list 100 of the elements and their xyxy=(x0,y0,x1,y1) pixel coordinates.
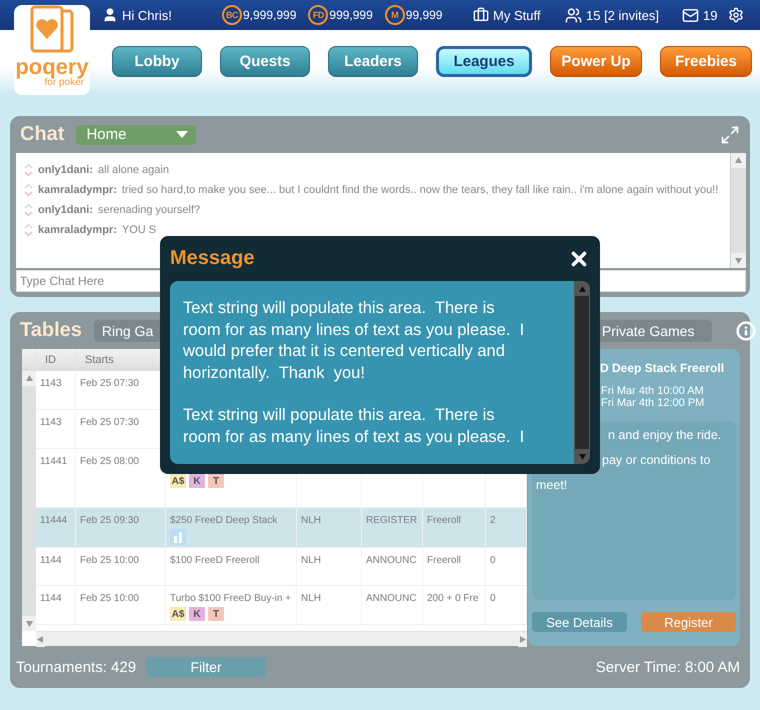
logo-wordmark: poqery xyxy=(15,57,89,77)
chat-message: all alone again xyxy=(98,164,169,176)
scrollbar[interactable] xyxy=(574,281,590,464)
table-row[interactable]: 1144 Feb 25 10:00 Turbo $100 FreeD Buy-in + A$ K T NLH ANNOUNC 200 + 0 Fre 0 xyxy=(36,586,527,625)
briefcase-icon[interactable] xyxy=(473,7,489,23)
tournament-time: Fri Mar 4th 10:00 AM xyxy=(601,385,705,397)
description-text: n and enjoy the ride. xyxy=(608,427,722,444)
expand-icon[interactable] xyxy=(720,124,740,144)
nav-button[interactable]: Freebies xyxy=(660,46,752,76)
table-cell: Freeroll xyxy=(427,555,461,566)
table-cell: 200 + 0 Fre xyxy=(427,593,478,604)
chat-message: serenading yourself? xyxy=(98,204,200,216)
settings-icon[interactable] xyxy=(728,7,744,23)
table-cell: 1144 xyxy=(40,593,62,604)
vote-icon[interactable] xyxy=(24,223,33,237)
table-cell: NLH xyxy=(301,515,322,526)
table-cell: 11441 xyxy=(40,456,68,467)
triangle-icon xyxy=(578,284,586,294)
filter-button[interactable]: Filter xyxy=(146,657,266,677)
table-row[interactable]: 11444 Feb 25 09:30 $250 FreeD Deep Stack NLH REGISTER Freeroll 2 xyxy=(36,508,527,548)
scroll-button[interactable] xyxy=(731,253,746,268)
currency-amount: 9,999,999 xyxy=(243,8,296,22)
table-cell: 1143 xyxy=(40,378,62,389)
table-cell: REGISTER xyxy=(366,515,418,526)
scroll-button[interactable] xyxy=(731,153,746,168)
currency-amount: 999,999 xyxy=(329,8,373,22)
vote-icon[interactable] xyxy=(24,163,33,177)
room-dropdown[interactable]: Home xyxy=(76,124,196,144)
table-cell: 11444 xyxy=(40,515,68,526)
triangle-icon xyxy=(578,452,586,460)
server-time: Server Time: 8:00 AM xyxy=(596,658,740,676)
table-cell: Feb 25 10:00 xyxy=(80,555,139,566)
triangle-icon xyxy=(734,156,743,165)
game-tag: T xyxy=(208,474,224,488)
people-icon[interactable] xyxy=(565,6,582,24)
table-cell: $250 FreeD Deep Stack xyxy=(170,515,278,526)
message-text: Text string will populate this area. There is room for as many lines of text as you please. I xyxy=(183,405,526,448)
table-cell: Feb 25 10:00 xyxy=(80,593,139,604)
table-cell: Feb 25 07:30 xyxy=(80,417,139,428)
table-cell: ANNOUNC xyxy=(366,593,417,604)
table-cell: Feb 25 08:00 xyxy=(80,456,139,467)
scroll-button[interactable] xyxy=(22,616,36,631)
game-tag: A$ xyxy=(170,474,186,488)
nav-button[interactable]: Quests xyxy=(220,46,310,76)
table-cell: 2 xyxy=(490,515,496,526)
table-cell: 0 xyxy=(490,593,496,604)
table-row[interactable]: 1144 Feb 25 10:00 $100 FreeD Freeroll NLH ANNOUNC Freeroll 0 xyxy=(36,548,527,586)
tournament-count: Tournaments: 429 xyxy=(16,658,136,676)
table-cell: Feb 25 09:30 xyxy=(80,515,139,526)
chat-message: YOU S xyxy=(122,224,156,236)
scrollbar[interactable] xyxy=(22,371,36,631)
game-tag: A$ xyxy=(170,607,186,621)
triangle-icon xyxy=(518,635,527,644)
see-details-button[interactable]: See Details xyxy=(532,612,627,632)
user-icon xyxy=(102,7,118,23)
mail-icon[interactable] xyxy=(682,6,699,24)
chat-username[interactable]: kamraladympr: xyxy=(38,224,117,236)
table-cell: $100 FreeD Freeroll xyxy=(170,555,260,566)
tables-title: Tables xyxy=(20,319,82,342)
message-count[interactable]: 19 xyxy=(703,8,718,22)
tab[interactable]: Ring Ga xyxy=(94,320,162,342)
coin-icon: BC xyxy=(222,5,242,25)
nav-button[interactable]: Power Up xyxy=(550,46,642,76)
logo-tagline: for poker xyxy=(44,77,84,88)
scroll-button[interactable] xyxy=(575,449,589,463)
dialog-title: Message xyxy=(170,247,254,270)
nav-button[interactable]: Leagues xyxy=(436,46,532,76)
chat-username[interactable]: kamraladympr: xyxy=(38,184,117,196)
table-cell: ANNOUNC xyxy=(366,555,417,566)
info-icon[interactable] xyxy=(736,320,756,340)
game-tag: T xyxy=(208,607,224,621)
table-cell: NLH xyxy=(301,593,322,604)
scroll-button[interactable] xyxy=(575,282,589,296)
chat-username[interactable]: only1dani: xyxy=(38,164,94,176)
greeting: Hi Chris! xyxy=(122,8,172,22)
table-cell: 1144 xyxy=(40,555,62,566)
scroll-button[interactable] xyxy=(22,371,36,386)
register-button[interactable]: Register xyxy=(641,612,736,632)
chat-username[interactable]: only1dani: xyxy=(38,204,94,216)
table-cell: Freeroll xyxy=(427,515,461,526)
table-cell: Feb 25 07:30 xyxy=(80,378,139,389)
coin-icon: M xyxy=(384,5,405,25)
table-cell: 1143 xyxy=(40,417,62,428)
vote-icon[interactable] xyxy=(24,203,33,217)
nav-button[interactable]: Lobby xyxy=(112,46,202,76)
tournament-time: Fri Mar 4th 12:00 PM xyxy=(601,397,706,409)
description-text: pay or conditions to xyxy=(602,452,710,469)
triangle-icon xyxy=(24,374,34,383)
table-cell: 0 xyxy=(490,555,496,566)
caret-icon xyxy=(176,130,188,138)
my-stuff-link[interactable]: My Stuff xyxy=(493,8,540,22)
chat-title: Chat xyxy=(20,123,64,146)
triangle-icon xyxy=(734,256,743,265)
vote-icon[interactable] xyxy=(24,183,33,197)
nav-button[interactable]: Leaders xyxy=(328,46,418,76)
friends-count[interactable]: 15 [2 invites] xyxy=(586,8,659,22)
description-text: meet! xyxy=(536,477,568,494)
table-cell: NLH xyxy=(301,555,322,566)
coin-icon: FD xyxy=(308,5,328,25)
currency-amount: 99,999 xyxy=(406,8,442,22)
